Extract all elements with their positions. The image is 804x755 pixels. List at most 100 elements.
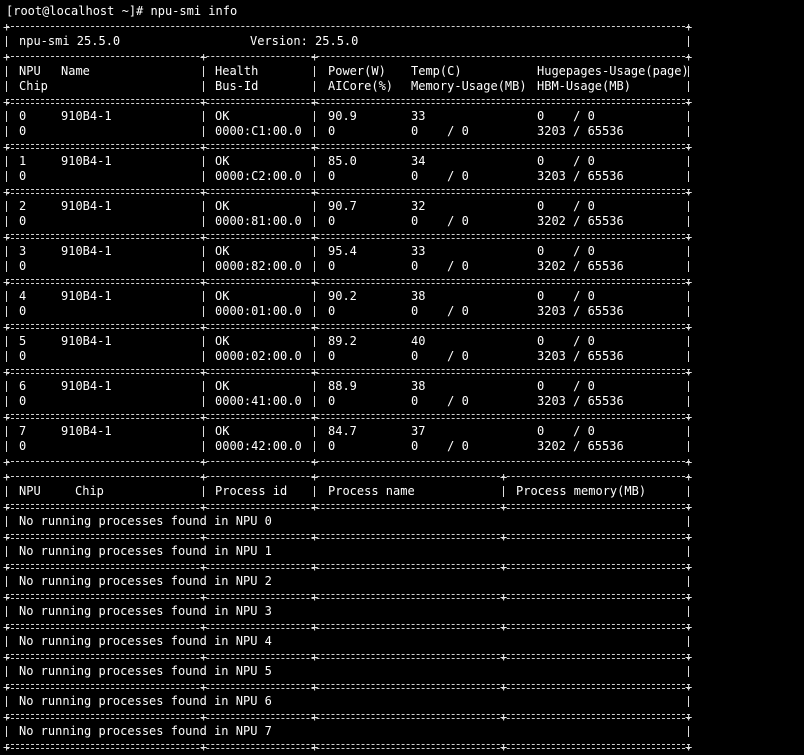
process-row-separator: + + + + + [0,619,804,634]
border-bar [314,124,315,139]
aicore-percent: 0 [328,349,336,363]
process-row: No running processes found in NPU 7 [0,724,804,739]
no-process-message: No running processes found in NPU 2 [19,574,272,588]
border-corner: + [311,230,319,244]
separator-rule [6,469,690,484]
border-corner: + [311,95,319,109]
bus-id: 0000:02:00.0 [215,349,302,363]
chip-id: 0 [19,214,27,228]
border-bar [688,484,689,499]
border-bar [314,259,315,274]
border-corner: + [200,620,208,634]
npu-row-secondary: 0 0000:81:00.0 0 0 / 0 3202 / 65536 [0,214,804,229]
health-status: OK [215,244,230,258]
border-corner: + [3,650,11,664]
npu-name: 910B4-1 [61,334,112,348]
aicore-percent: 0 [328,124,336,138]
tool-name-version: npu-smi 25.5.0 [19,34,121,48]
border-corner: + [200,560,208,574]
border-bar [203,259,204,274]
temperature: 34 [411,154,426,168]
separator-rule [6,454,690,469]
hugepages-usage: 0 / 0 [537,244,595,258]
border-corner: + [3,140,11,154]
border-bar [688,604,689,619]
process-table-top-border: + + + + + [0,469,804,484]
border-corner: + [311,140,319,154]
border-bar [6,379,7,394]
process-row-separator: + + + + + [0,529,804,544]
column-header: Health [215,64,259,78]
border-bar [6,304,7,319]
border-bar [6,154,7,169]
border-corner: + [685,710,693,724]
border-bar [314,424,315,439]
npu-row-secondary: 0 0000:41:00.0 0 0 / 0 3203 / 65536 [0,394,804,409]
border-bar [314,109,315,124]
banner-top-border: + + [0,19,804,34]
column-header: Name [61,64,90,78]
border-bar [6,124,7,139]
hbm-usage: 3203 / 65536 [537,304,624,318]
separator-rule [6,499,690,514]
border-corner: + [200,530,208,544]
npu-row-primary: 7 910B4-1 OK 84.7 37 0 / 0 [0,424,804,439]
border-bar [203,64,204,79]
process-row: No running processes found in NPU 6 [0,694,804,709]
border-corner: + [311,650,319,664]
border-corner: + [200,140,208,154]
border-corner: + [685,230,693,244]
border-corner: + [685,530,693,544]
process-row-separator: + + + + + [0,649,804,664]
process-row: No running processes found in NPU 3 [0,604,804,619]
power-watts: 89.2 [328,334,357,348]
health-status: OK [215,289,230,303]
border-corner: + [3,620,11,634]
separator-rule [6,529,690,544]
bus-id: 0000:81:00.0 [215,214,302,228]
memory-usage: 0 / 0 [411,349,469,363]
temperature: 32 [411,199,426,213]
process-row: No running processes found in NPU 5 [0,664,804,679]
border-bar [203,109,204,124]
temperature: 37 [411,424,426,438]
no-process-message: No running processes found in NPU 5 [19,664,272,678]
border-bar [688,214,689,229]
border-bar [203,439,204,454]
border-corner: + [311,500,319,514]
npu-id: 6 [19,379,27,393]
npu-row-secondary: 0 0000:C2:00.0 0 0 / 0 3203 / 65536 [0,169,804,184]
border-bar [6,349,7,364]
border-corner: + [200,230,208,244]
npu-id: 3 [19,244,27,258]
column-header: AICore(%) [328,79,394,93]
memory-usage: 0 / 0 [411,394,469,408]
npu-row-secondary: 0 0000:02:00.0 0 0 / 0 3203 / 65536 [0,349,804,364]
border-corner: + [3,455,11,469]
border-bar [203,124,204,139]
border-bar [688,79,689,94]
border-bar [203,424,204,439]
border-corner: + [311,455,319,469]
column-header: HBM-Usage(MB) [537,79,631,93]
column-header: Process name [328,484,415,498]
border-corner: + [200,185,208,199]
npu-name: 910B4-1 [61,379,112,393]
bus-id: 0000:42:00.0 [215,439,302,453]
border-bar [688,334,689,349]
npu-name: 910B4-1 [61,244,112,258]
process-row-separator: + + + + + [0,709,804,724]
aicore-percent: 0 [328,439,336,453]
hbm-usage: 3202 / 65536 [537,439,624,453]
npu-row-separator: + + + + [0,319,804,334]
terminal-window[interactable]: [root@localhost ~]# npu-smi info + + npu-s… [0,0,804,755]
hbm-usage: 3203 / 65536 [537,124,624,138]
border-corner: + [200,410,208,424]
border-corner: + [200,500,208,514]
process-row-separator: + + + + + [0,679,804,694]
border-bar [688,379,689,394]
border-corner: + [3,410,11,424]
border-bar [6,514,7,529]
border-bar [688,244,689,259]
health-status: OK [215,199,230,213]
